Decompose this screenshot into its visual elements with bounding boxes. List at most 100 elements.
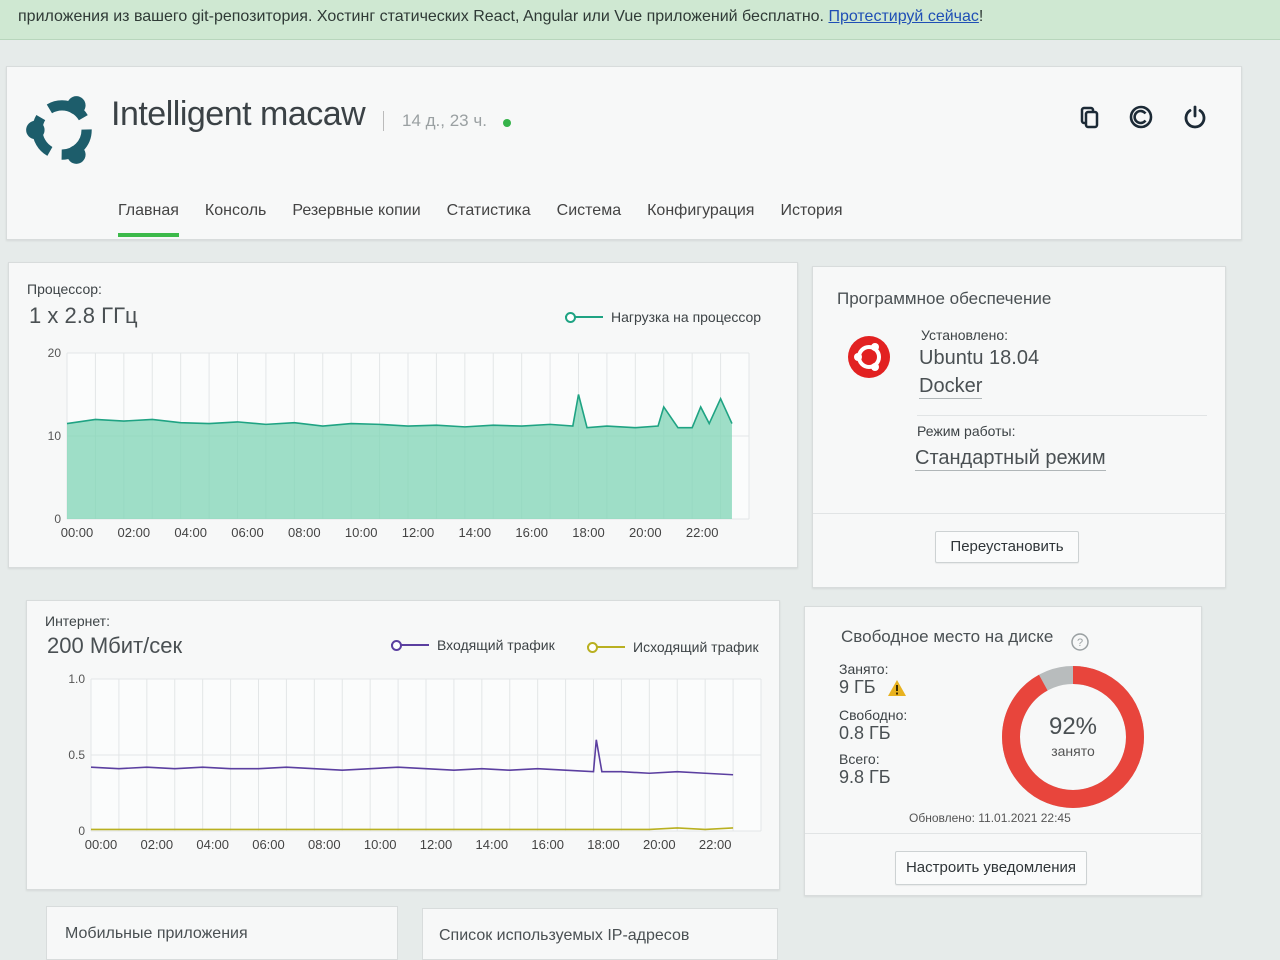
x-tick-label: 20:00 [629,525,662,540]
x-tick-label: 14:00 [459,525,492,540]
tab-history[interactable]: История [767,197,855,237]
x-tick-label: 08:00 [308,837,341,852]
x-tick-label: 04:00 [196,837,229,852]
legend-marker [565,312,603,323]
ubuntu-icon [848,336,890,378]
cpu-value: 1 x 2.8 ГГц [29,303,138,328]
disk-percent-caption: занято [1051,743,1095,759]
x-tick-label: 16:00 [531,837,564,852]
tab-configuration[interactable]: Конфигурация [634,197,767,237]
tab-statistics[interactable]: Статистика [434,197,544,237]
power-button[interactable] [1173,95,1217,139]
cpu-legend: Нагрузка на процессор [565,309,761,325]
notification-settings-button[interactable]: Настроить уведомления [895,851,1087,885]
legend-outgoing-label: Исходящий трафик [633,639,759,655]
banner-tail: ! [978,8,984,25]
y-tick-label: 10 [48,429,62,443]
banner-link[interactable]: Протестируй сейчас [828,8,978,25]
mobile-apps-label: Мобильные приложения [65,925,248,942]
promo-banner: приложения из вашего git-репозитория. Хо… [0,0,1280,40]
uptime: 14 д., 23 ч. [402,111,487,130]
x-tick-label: 00:00 [85,837,118,852]
x-tick-label: 20:00 [643,837,676,852]
legend-incoming: Входящий трафик [391,637,555,653]
divider [805,833,1203,834]
x-tick-label: 06:00 [231,525,264,540]
help-icon[interactable]: ? [1071,633,1089,651]
x-tick-label: 18:00 [587,837,620,852]
tab-backups[interactable]: Резервные копии [279,197,433,237]
x-tick-label: 08:00 [288,525,321,540]
disk-title: Свободное место на диске [841,627,1054,646]
reinstall-icon [1129,105,1153,129]
disk-card: Свободное место на диске ? Занято: 9 ГБ … [804,606,1203,896]
network-value: 200 Мбит/сек [47,633,183,658]
installed-label: Установлено: [921,327,1008,343]
cpu-chart: 0 10 20 00:00 02:00 04:00 06:00 08:00 10:00 12:00… [48,346,750,540]
power-icon [1184,105,1206,129]
x-tick-label: 22:00 [686,525,719,540]
tab-console[interactable]: Консоль [192,197,279,237]
nav-tabs: Главная Консоль Резервные копии Статисти… [105,197,856,237]
mobile-apps-card[interactable]: Мобильные приложения [46,906,398,960]
ip-list-card[interactable]: Список используемых IP-адресов [422,908,778,960]
copy-button[interactable] [1067,95,1111,139]
os-name: Ubuntu 18.04 [919,347,1040,369]
network-label: Интернет: [45,613,110,629]
x-tick-label: 02:00 [118,525,151,540]
x-tick-label: 12:00 [402,525,435,540]
x-tick-label: 10:00 [345,525,378,540]
used-label: Занято: [839,661,889,677]
reinstall-button[interactable]: Переустановить [935,531,1079,563]
cpu-card: Процессор: 1 x 2.8 ГГц Нагрузка на проце… [8,262,798,568]
free-label: Свободно: [839,707,908,723]
software-title: Программное обеспечение [837,289,1052,308]
x-tick-label: 14:00 [476,837,509,852]
updated-time: Обновлено: 11.01.2021 22:45 [909,811,1071,825]
mode-label: Режим работы: [917,423,1016,439]
status-indicator [503,119,511,127]
reinstall-button[interactable] [1119,95,1163,139]
ubuntu-logo-icon [26,96,92,164]
x-tick-label: 18:00 [572,525,605,540]
divider [813,513,1227,514]
server-name: Intelligent macaw [111,95,366,133]
server-header: Intelligent macaw 14 д., 23 ч. Главная К… [6,66,1242,240]
network-card: Интернет: 200 Мбит/сек Входящий трафик И… [26,600,780,890]
y-tick-label: 0 [54,512,61,526]
y-tick-label: 1.0 [68,672,85,686]
legend-marker [587,642,625,653]
tab-system[interactable]: Система [544,197,634,237]
y-tick-label: 20 [48,346,62,360]
divider [383,111,384,131]
x-tick-label: 04:00 [174,525,207,540]
y-tick-label: 0 [78,824,85,838]
legend-incoming-label: Входящий трафик [437,637,555,653]
mode-value[interactable]: Стандартный режим [915,447,1106,471]
cpu-label: Процессор: [27,281,102,297]
docker-label[interactable]: Docker [919,375,983,399]
y-tick-label: 0.5 [68,748,85,762]
used-value: 9 ГБ [839,677,876,697]
network-chart: 0 0.5 1.0 00:00 02:00 04:00 06:00 08:00 10:00 12:… [68,672,762,852]
software-card: Программное обеспечение Установлено: Ubu… [812,266,1227,588]
x-tick-label: 06:00 [252,837,285,852]
legend-outgoing: Исходящий трафик [587,639,759,655]
svg-text:?: ? [1077,637,1083,649]
x-tick-label: 16:00 [515,525,548,540]
banner-text: приложения из вашего git-репозитория. Хо… [18,8,824,25]
warning-icon [888,680,906,696]
x-tick-label: 22:00 [699,837,732,852]
ip-list-label: Список используемых IP-адресов [439,927,690,944]
disk-percent: 92% [1048,713,1098,740]
tab-main[interactable]: Главная [105,197,192,237]
x-tick-label: 12:00 [420,837,453,852]
copy-icon [1080,106,1099,129]
x-tick-label: 00:00 [61,525,94,540]
total-label: Всего: [839,751,880,767]
x-tick-label: 02:00 [141,837,174,852]
legend-marker [391,640,429,651]
free-value: 0.8 ГБ [839,723,891,743]
cpu-legend-label: Нагрузка на процессор [611,309,762,325]
total-value: 9.8 ГБ [839,767,891,787]
